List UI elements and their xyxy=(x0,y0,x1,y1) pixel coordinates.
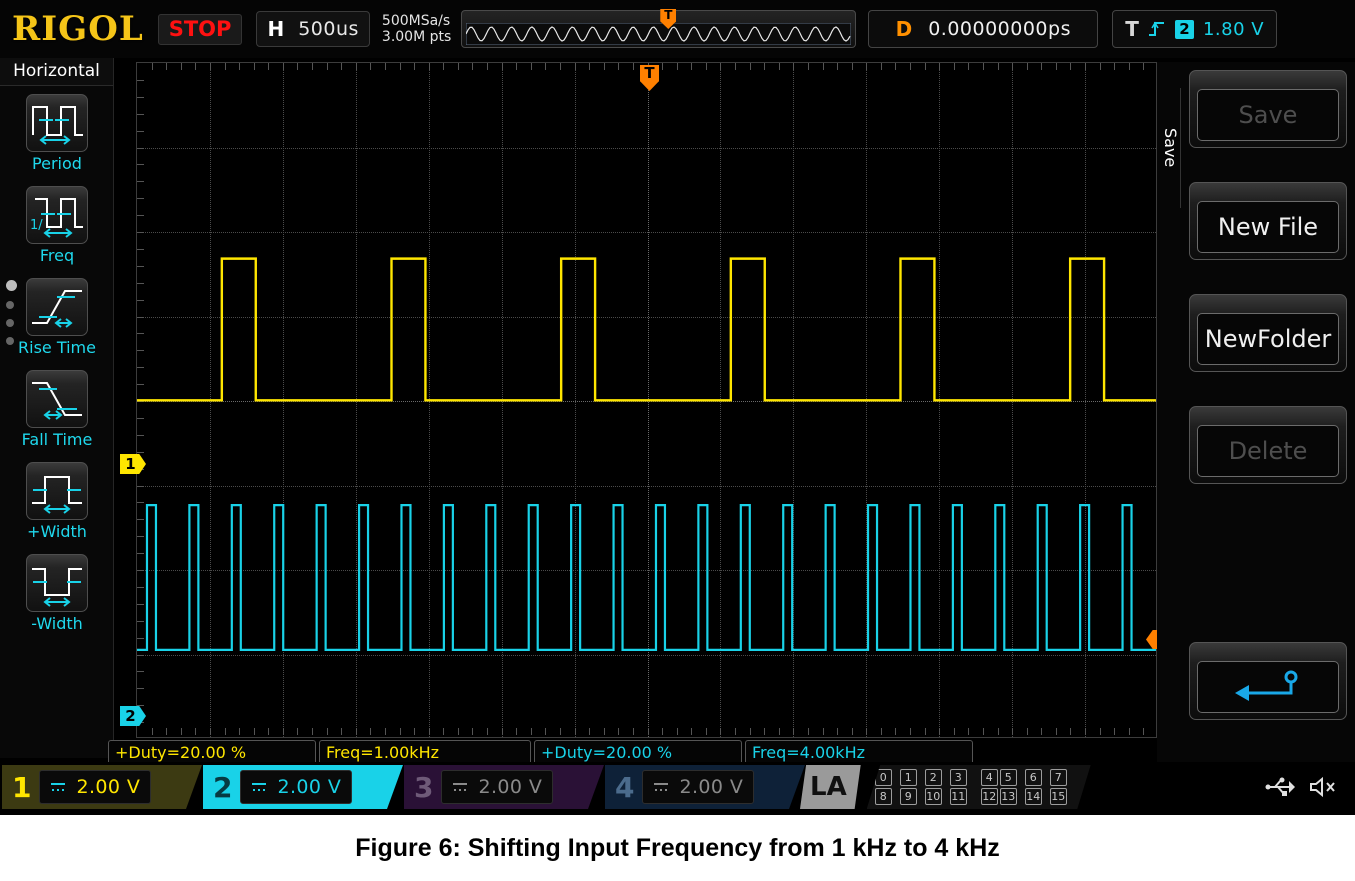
digital-channel-9[interactable]: 9 xyxy=(899,787,917,805)
digital-channel-12[interactable]: 12 xyxy=(980,787,998,805)
memory-depth: 3.00M pts xyxy=(381,29,452,45)
delay-value: 0.00000000ps xyxy=(928,18,1071,40)
digital-channel-4[interactable]: 4 xyxy=(980,768,998,786)
menu-item-fall-time[interactable]: Fall Time xyxy=(0,362,113,454)
dc-coupling-icon xyxy=(654,783,669,791)
save-button-label: Save xyxy=(1197,89,1339,141)
menu-item-freq[interactable]: 1/ Freq xyxy=(0,178,113,270)
trigger-level-value: 1.80 V xyxy=(1202,18,1265,40)
digital-channel-1[interactable]: 1 xyxy=(899,768,917,786)
return-arrow-icon xyxy=(1235,670,1298,701)
new-file-button-label: New File xyxy=(1197,201,1339,253)
delay-label: D xyxy=(895,17,913,41)
channel-1-scale: 2.00 V xyxy=(76,776,141,798)
menu-label-freq: Freq xyxy=(39,246,75,265)
digital-channel-8[interactable]: 8 xyxy=(874,787,892,805)
trigger-source: 2 xyxy=(1174,19,1194,39)
menu-item-positive-width[interactable]: +Width xyxy=(0,454,113,546)
channel-1-tile[interactable]: 1 2.00 V xyxy=(2,765,202,809)
logic-analyzer-tile[interactable]: LA 0 1 2 3 4 5 6 7 8 9 10 11 12 13 14 15 xyxy=(800,765,1091,809)
bottom-channel-bar: 1 2.00 V 2 2.00 V 3 2.00 V 4 2.00 V LA 0… xyxy=(0,762,1355,815)
menu-item-rise-time[interactable]: Rise Time xyxy=(0,270,113,362)
menu-label-positive-width: +Width xyxy=(27,522,87,541)
delete-button[interactable]: Delete xyxy=(1189,406,1347,484)
digital-channel-3[interactable]: 3 xyxy=(949,768,967,786)
channel-3-number: 3 xyxy=(414,770,434,804)
waveform-traces xyxy=(137,257,1156,651)
delay-readout[interactable]: D 0.00000000ps xyxy=(868,10,1099,48)
menu-label-fall-time: Fall Time xyxy=(21,430,93,449)
run-stop-status[interactable]: STOP xyxy=(157,13,243,45)
waveform-display-area[interactable]: T T 1 2 xyxy=(120,62,1172,738)
sample-rate: 500MSa/s xyxy=(381,12,451,29)
system-icons xyxy=(1265,765,1337,809)
memory-overview-bar[interactable]: T xyxy=(461,9,857,48)
digital-channel-13[interactable]: 13 xyxy=(999,787,1017,805)
dc-coupling-icon xyxy=(51,783,66,791)
right-save-menu: Save Save New File NewFolder Delete xyxy=(1157,62,1355,762)
channel-4-scale: 2.00 V xyxy=(679,776,744,798)
left-measure-menu: Horizontal Period 1/ Freq Rise Time Fall… xyxy=(0,58,114,758)
channel-2-tile[interactable]: 2 2.00 V xyxy=(203,765,403,809)
trigger-label: T xyxy=(1125,17,1139,41)
logic-analyzer-label: LA xyxy=(800,765,861,809)
figure-caption: Figure 6: Shifting Input Frequency from … xyxy=(0,815,1355,881)
channel-1-number: 1 xyxy=(12,770,32,804)
dc-coupling-icon xyxy=(453,783,468,791)
channel-4-number: 4 xyxy=(615,770,635,804)
memory-waveform-preview xyxy=(466,23,852,45)
menu-label-rise-time: Rise Time xyxy=(18,338,96,357)
delete-button-label: Delete xyxy=(1197,425,1339,477)
new-file-button[interactable]: New File xyxy=(1189,182,1347,260)
channel-3-tile[interactable]: 3 2.00 V xyxy=(404,765,604,809)
speaker-muted-icon[interactable] xyxy=(1309,776,1337,798)
frequency-waveform-icon: 1/ xyxy=(26,186,88,244)
digital-channel-6[interactable]: 6 xyxy=(1024,768,1042,786)
digital-channel-0[interactable]: 0 xyxy=(874,768,892,786)
channel-3-scale: 2.00 V xyxy=(478,776,543,798)
right-menu-tab-label: Save xyxy=(1157,88,1181,208)
menu-item-period[interactable]: Period xyxy=(0,86,113,178)
new-folder-button-label: NewFolder xyxy=(1197,313,1339,365)
channel-4-tile[interactable]: 4 2.00 V xyxy=(605,765,805,809)
channel-2-number: 2 xyxy=(213,770,233,804)
trigger-readout[interactable]: T 2 1.80 V xyxy=(1112,10,1278,48)
digital-channel-14[interactable]: 14 xyxy=(1024,787,1042,805)
new-folder-button[interactable]: NewFolder xyxy=(1189,294,1347,372)
left-menu-title: Horizontal xyxy=(0,58,113,86)
menu-label-period: Period xyxy=(32,154,82,173)
digital-channel-2[interactable]: 2 xyxy=(924,768,942,786)
top-status-bar: RIGOL STOP H 500us 500MSa/s 3.00M pts T … xyxy=(0,0,1355,58)
rigol-logo: RIGOL xyxy=(12,9,144,49)
return-button[interactable] xyxy=(1189,642,1347,720)
acquisition-info: 500MSa/s 3.00M pts xyxy=(382,13,451,45)
horizontal-scale-value: 500us xyxy=(298,18,359,40)
menu-label-negative-width: -Width xyxy=(31,614,83,633)
digital-channel-grid[interactable]: 0 1 2 3 4 5 6 7 8 9 10 11 12 13 14 15 xyxy=(866,765,1091,809)
fall-time-icon xyxy=(26,370,88,428)
dc-coupling-icon xyxy=(252,783,267,791)
period-waveform-icon xyxy=(26,94,88,152)
rising-edge-icon xyxy=(1148,21,1164,36)
digital-channel-15[interactable]: 15 xyxy=(1049,787,1067,805)
save-button[interactable]: Save xyxy=(1189,70,1347,148)
digital-channel-5[interactable]: 5 xyxy=(999,768,1017,786)
svg-text:1/: 1/ xyxy=(30,218,43,233)
oscilloscope-screen: RIGOL STOP H 500us 500MSa/s 3.00M pts T … xyxy=(0,0,1355,815)
positive-width-icon xyxy=(26,462,88,520)
horizontal-label: H xyxy=(267,17,285,41)
digital-channel-11[interactable]: 11 xyxy=(949,787,967,805)
digital-channel-10[interactable]: 10 xyxy=(924,787,942,805)
negative-width-icon xyxy=(26,554,88,612)
rise-time-icon xyxy=(26,278,88,336)
menu-item-negative-width[interactable]: -Width xyxy=(0,546,113,638)
horizontal-timebase[interactable]: H 500us xyxy=(256,11,370,47)
channel-2-scale: 2.00 V xyxy=(277,776,342,798)
usb-icon[interactable] xyxy=(1265,776,1295,798)
digital-channel-7[interactable]: 7 xyxy=(1049,768,1067,786)
